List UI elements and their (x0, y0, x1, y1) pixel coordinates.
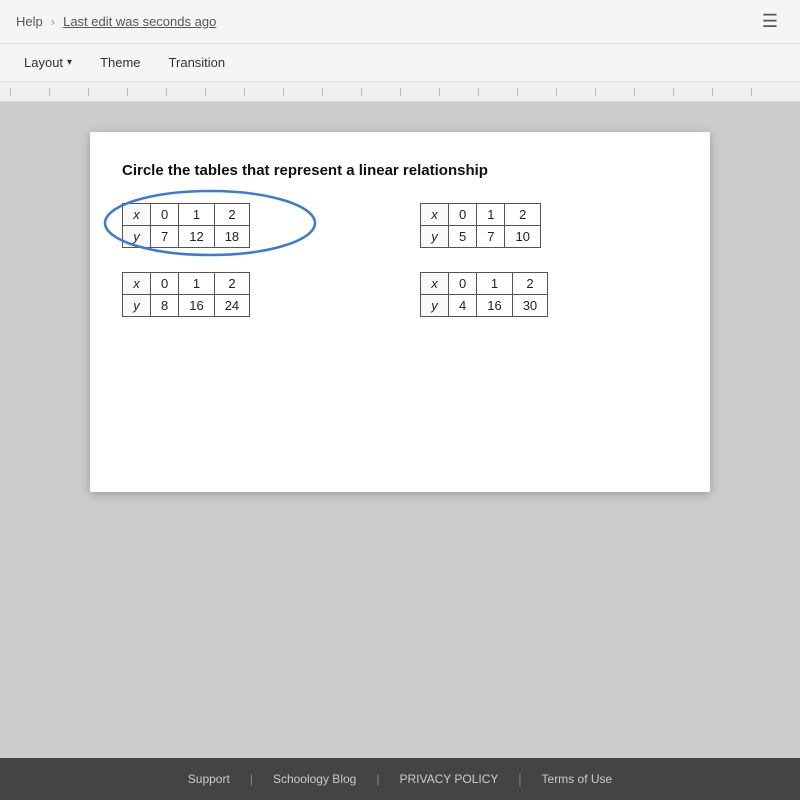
footer: Support | Schoology Blog | PRIVACY POLIC… (0, 758, 800, 800)
ruler-mark (595, 88, 634, 96)
comment-icon[interactable]: ☰ (756, 8, 784, 36)
slide-title: Circle the tables that represent a linea… (122, 160, 678, 181)
ruler-mark (322, 88, 361, 96)
data-table-3: x 0 1 2 y 8 16 24 (122, 272, 250, 317)
ruler-mark (205, 88, 244, 96)
cell: 2 (214, 273, 249, 295)
table-row: x 0 1 2 (421, 273, 548, 295)
ruler-mark (361, 88, 400, 96)
cell: 10 (505, 226, 540, 248)
table-wrapper-3: x 0 1 2 y 8 16 24 (122, 272, 380, 317)
cell: 16 (179, 295, 214, 317)
ruler-mark (673, 88, 712, 96)
cell: 2 (214, 204, 249, 226)
ruler-mark (283, 88, 322, 96)
table-wrapper-1: x 0 1 2 y 7 12 18 (122, 203, 380, 248)
table-row: y 7 12 18 (123, 226, 250, 248)
help-link[interactable]: Help (16, 14, 43, 29)
cell: y (421, 295, 449, 317)
cell: x (421, 204, 449, 226)
layout-button[interactable]: Layout ▾ (12, 50, 84, 75)
cell: 5 (449, 226, 477, 248)
footer-privacy[interactable]: PRIVACY POLICY (399, 772, 498, 786)
table-row: x 0 1 2 (123, 273, 250, 295)
top-bar-left: Help › Last edit was seconds ago (16, 14, 216, 29)
lower-gray-area (0, 512, 800, 758)
theme-button[interactable]: Theme (88, 50, 152, 75)
cell: y (123, 226, 151, 248)
theme-label: Theme (100, 55, 140, 70)
table-row: x 0 1 2 (123, 204, 250, 226)
tables-container: x 0 1 2 y 7 12 18 x (122, 203, 678, 317)
breadcrumb-separator: › (51, 14, 55, 29)
cell: 0 (151, 204, 179, 226)
cell: 1 (179, 204, 214, 226)
cell: 18 (214, 226, 249, 248)
footer-divider-1: | (250, 772, 253, 786)
ruler-mark (439, 88, 478, 96)
ruler-mark (556, 88, 595, 96)
cell: 8 (151, 295, 179, 317)
cell: x (123, 273, 151, 295)
top-bar: Help › Last edit was seconds ago ☰ (0, 0, 800, 44)
transition-button[interactable]: Transition (157, 50, 238, 75)
table-row: y 4 16 30 (421, 295, 548, 317)
cell: y (421, 226, 449, 248)
ruler-marks (10, 88, 790, 96)
cell: 7 (477, 226, 505, 248)
ruler-mark (634, 88, 673, 96)
ruler-mark (88, 88, 127, 96)
ruler-mark (478, 88, 517, 96)
ruler-mark (127, 88, 166, 96)
footer-blog[interactable]: Schoology Blog (273, 772, 356, 786)
layout-dropdown-icon: ▾ (67, 57, 72, 68)
slide: Circle the tables that represent a linea… (90, 132, 710, 492)
footer-terms[interactable]: Terms of Use (542, 772, 613, 786)
cell: 0 (151, 273, 179, 295)
ruler-mark (10, 88, 49, 96)
ruler-mark (517, 88, 556, 96)
main-area: Circle the tables that represent a linea… (0, 102, 800, 512)
layout-label: Layout (24, 55, 63, 70)
footer-divider-2: | (376, 772, 379, 786)
cell: 12 (179, 226, 214, 248)
transition-label: Transition (169, 55, 226, 70)
table-row: x 0 1 2 (421, 204, 541, 226)
footer-divider-3: | (518, 772, 521, 786)
ruler-mark (751, 88, 790, 96)
ruler-mark (166, 88, 205, 96)
cell: 30 (512, 295, 547, 317)
cell: 1 (179, 273, 214, 295)
data-table-1: x 0 1 2 y 7 12 18 (122, 203, 250, 248)
table-wrapper-4: x 0 1 2 y 4 16 30 (420, 272, 678, 317)
cell: x (421, 273, 449, 295)
ruler-mark (400, 88, 439, 96)
cell: 4 (449, 295, 477, 317)
data-table-2: x 0 1 2 y 5 7 10 (420, 203, 541, 248)
cell: 1 (477, 204, 505, 226)
cell: 0 (449, 273, 477, 295)
cell: x (123, 204, 151, 226)
ruler-mark (244, 88, 283, 96)
table-row: y 8 16 24 (123, 295, 250, 317)
table-wrapper-2: x 0 1 2 y 5 7 10 (420, 203, 678, 248)
cell: 16 (477, 295, 512, 317)
cell: 2 (512, 273, 547, 295)
ruler-mark (712, 88, 751, 96)
table-row: y 5 7 10 (421, 226, 541, 248)
cell: 1 (477, 273, 512, 295)
toolbar: Layout ▾ Theme Transition (0, 44, 800, 82)
cell: 0 (449, 204, 477, 226)
cell: 7 (151, 226, 179, 248)
data-table-4: x 0 1 2 y 4 16 30 (420, 272, 548, 317)
footer-support[interactable]: Support (188, 772, 230, 786)
cell: 24 (214, 295, 249, 317)
last-edit-text[interactable]: Last edit was seconds ago (63, 14, 216, 29)
cell: y (123, 295, 151, 317)
cell: 2 (505, 204, 540, 226)
ruler (0, 82, 800, 102)
ruler-mark (49, 88, 88, 96)
